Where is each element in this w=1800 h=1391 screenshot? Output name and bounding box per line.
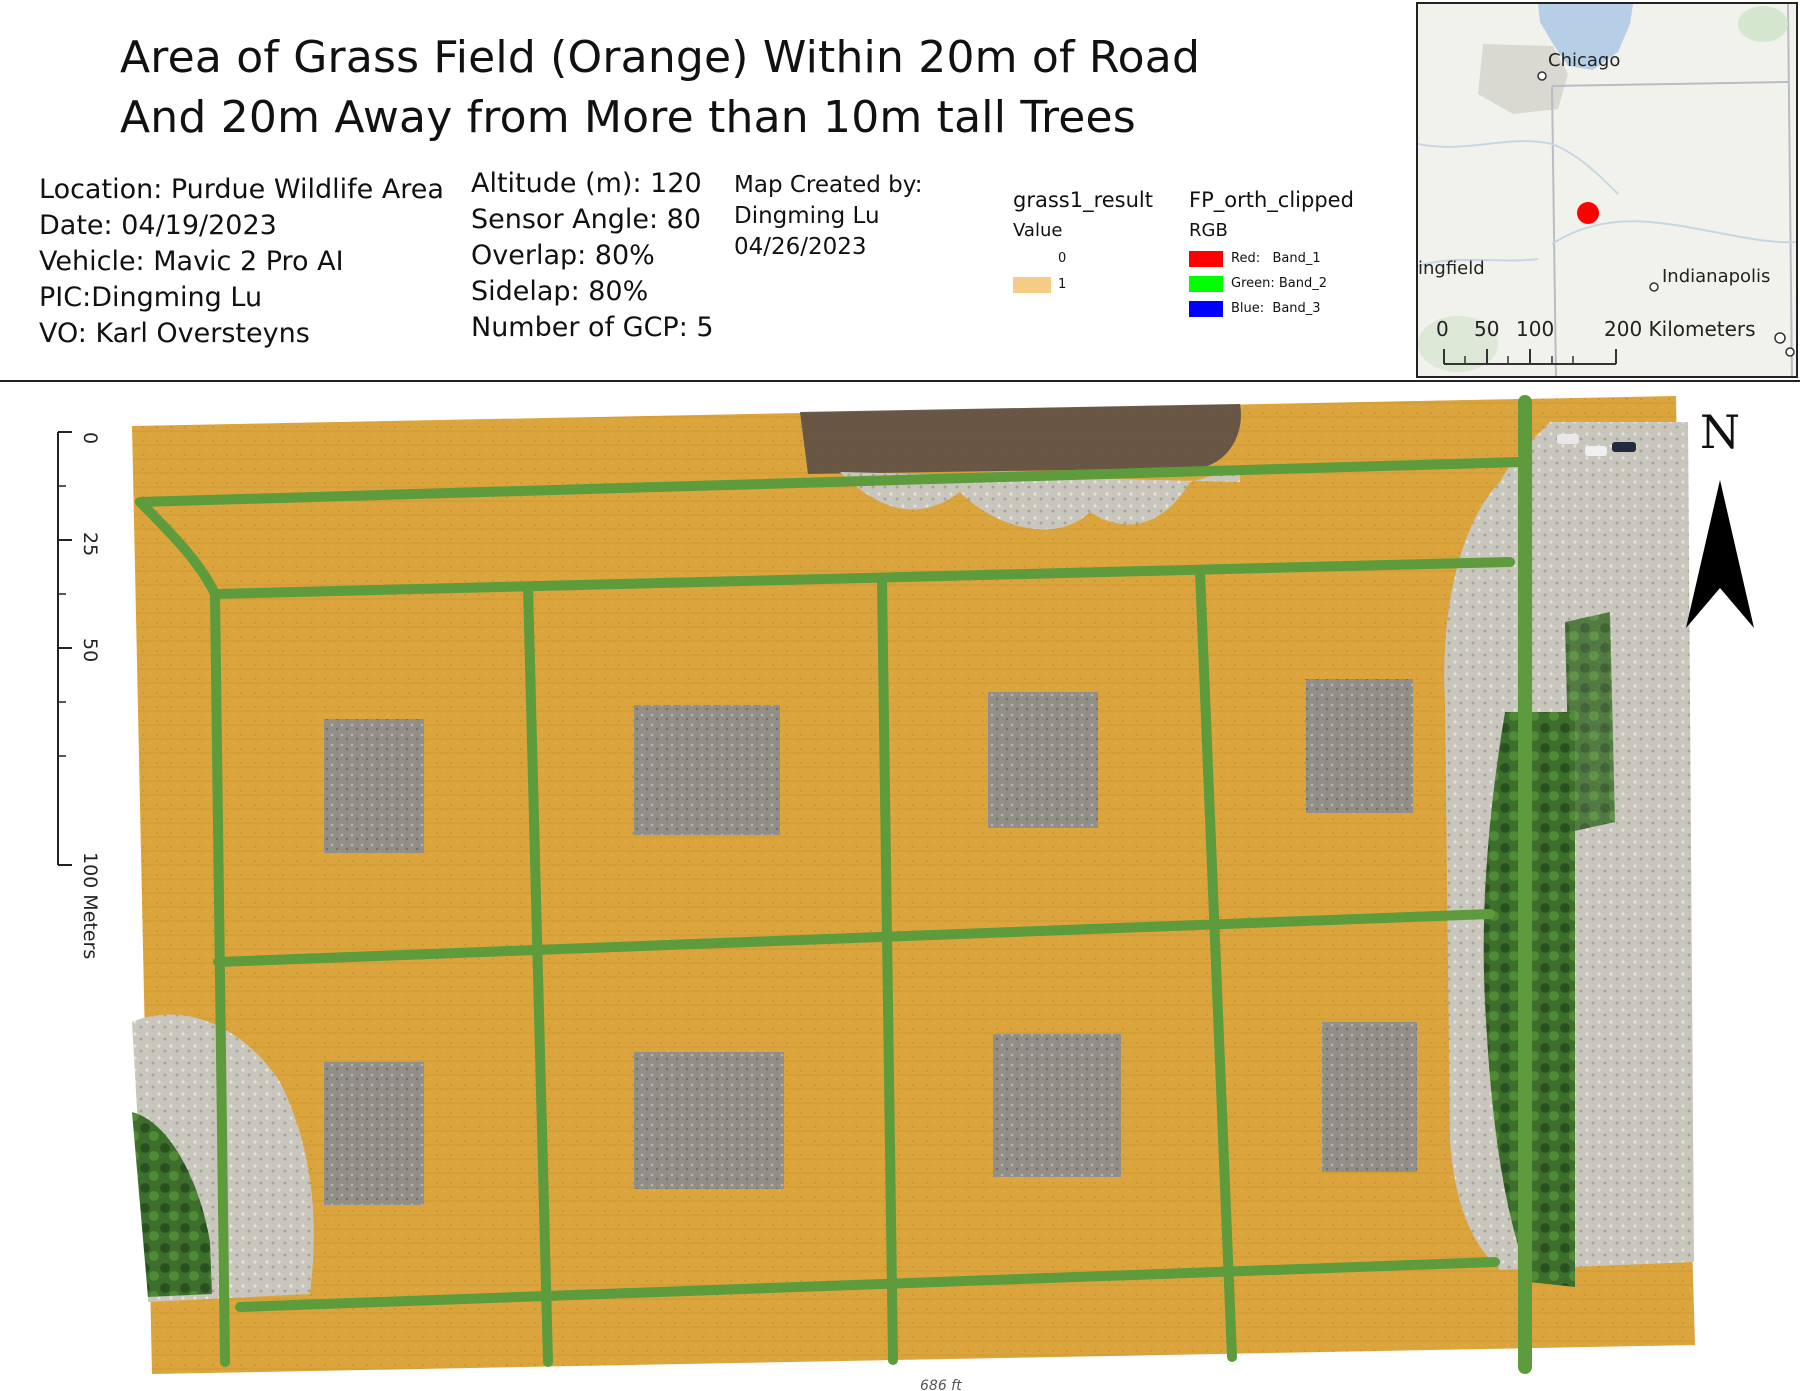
sidelap-text: Sidelap: 80% xyxy=(471,276,649,307)
north-label: N xyxy=(1700,405,1740,459)
legend-layer1-field: Value xyxy=(1013,220,1063,241)
city-marker-indianapolis xyxy=(1649,282,1659,292)
city-label-chicago: Chicago xyxy=(1548,50,1620,71)
plot xyxy=(634,1052,784,1189)
legend-layer1-name: grass1_result xyxy=(1013,188,1153,212)
altitude-text: Altitude (m): 120 xyxy=(471,168,702,199)
map-credits: Map Created by: Dingming Lu 04/26/2023 xyxy=(734,170,922,263)
pic-text: PIC:Dingming Lu xyxy=(39,282,263,313)
legend-value-0: 0 xyxy=(1058,251,1067,266)
legend-swatch-0 xyxy=(1013,251,1051,267)
plot xyxy=(993,1034,1121,1177)
plot xyxy=(634,705,780,835)
legend-value-1: 1 xyxy=(1058,277,1067,292)
flight-info: Location: Purdue Wildlife Area Date: 04/… xyxy=(39,172,444,352)
vehicle-text: Vehicle: Mavic 2 Pro AI xyxy=(39,246,344,277)
legend-swatch-red xyxy=(1189,251,1223,267)
vo-text: VO: Karl Oversteyns xyxy=(39,318,310,349)
plot xyxy=(1322,1022,1417,1172)
legend-grass-result: grass1_result Value 0 1 xyxy=(1013,188,1153,293)
inset-scale-label-200: 200 Kilometers xyxy=(1604,317,1756,341)
city-label-indianapolis: Indianapolis xyxy=(1662,266,1770,287)
legend-swatch-green xyxy=(1189,276,1223,292)
vehicle xyxy=(1612,442,1636,452)
legend-green-label: Green: Band_2 xyxy=(1231,276,1328,291)
plot xyxy=(988,692,1098,828)
gcp-text: Number of GCP: 5 xyxy=(471,312,714,343)
scale-label-100: 100 Meters xyxy=(79,852,101,959)
scale-label-25: 25 xyxy=(79,532,101,556)
inset-map-graphic: Chicago ingfield Indianapolis 0 50 100 2… xyxy=(1418,4,1796,376)
map-title-line2: And 20m Away from More than 10m tall Tre… xyxy=(120,92,1136,143)
orthophoto-map: 0 25 50 100 Meters N 686 ft xyxy=(0,382,1800,1391)
main-map: 0 25 50 100 Meters N 686 ft xyxy=(0,380,1800,1391)
legend-red-label: Red: Band_1 xyxy=(1231,251,1321,266)
plot xyxy=(1306,679,1413,813)
author-text: Dingming Lu xyxy=(734,203,880,229)
legend-blue-label: Blue: Band_3 xyxy=(1231,301,1321,316)
location-text: Location: Purdue Wildlife Area xyxy=(39,174,444,205)
inset-scale-label-100: 100 xyxy=(1516,317,1554,341)
scale-label-0: 0 xyxy=(79,432,101,444)
tree-cluster xyxy=(1565,612,1615,832)
created-date-text: 04/26/2023 xyxy=(734,234,867,260)
date-text: Date: 04/19/2023 xyxy=(39,210,277,241)
inset-scale-label-50: 50 xyxy=(1474,317,1499,341)
legend-ortho: FP_orth_clipped RGB Red: Band_1 Green: B… xyxy=(1189,188,1354,321)
city-marker xyxy=(1774,332,1786,344)
city-marker-chicago xyxy=(1537,71,1547,81)
created-by-text: Map Created by: xyxy=(734,172,923,198)
dark-vegetation-strip xyxy=(800,404,1241,474)
map-title: Area of Grass Field (Orange) Within 20m … xyxy=(120,28,1200,148)
site-location-marker xyxy=(1577,202,1599,224)
legend-swatch-blue xyxy=(1189,301,1223,317)
plot xyxy=(324,1062,424,1205)
city-marker xyxy=(1785,347,1795,357)
city-label-springfield: ingfield xyxy=(1418,258,1485,279)
map-title-line1: Area of Grass Field (Orange) Within 20m … xyxy=(120,32,1201,83)
overlap-text: Overlap: 80% xyxy=(471,240,655,271)
vehicle xyxy=(1557,434,1579,444)
vehicle xyxy=(1585,446,1607,456)
plot xyxy=(324,719,424,853)
inset-scale-label-0: 0 xyxy=(1436,317,1449,341)
legend-layer2-name: FP_orth_clipped xyxy=(1189,188,1354,212)
flight-params: Altitude (m): 120 Sensor Angle: 80 Overl… xyxy=(471,166,714,346)
inset-locator-map: Chicago ingfield Indianapolis 0 50 100 2… xyxy=(1416,2,1798,378)
sensor-angle-text: Sensor Angle: 80 xyxy=(471,204,702,235)
legend-swatch-1 xyxy=(1013,277,1051,293)
legend-layer2-field: RGB xyxy=(1189,220,1228,241)
map-footer-text: 686 ft xyxy=(920,1378,962,1391)
scale-label-50: 50 xyxy=(79,638,101,662)
forest-patch xyxy=(1738,6,1788,42)
